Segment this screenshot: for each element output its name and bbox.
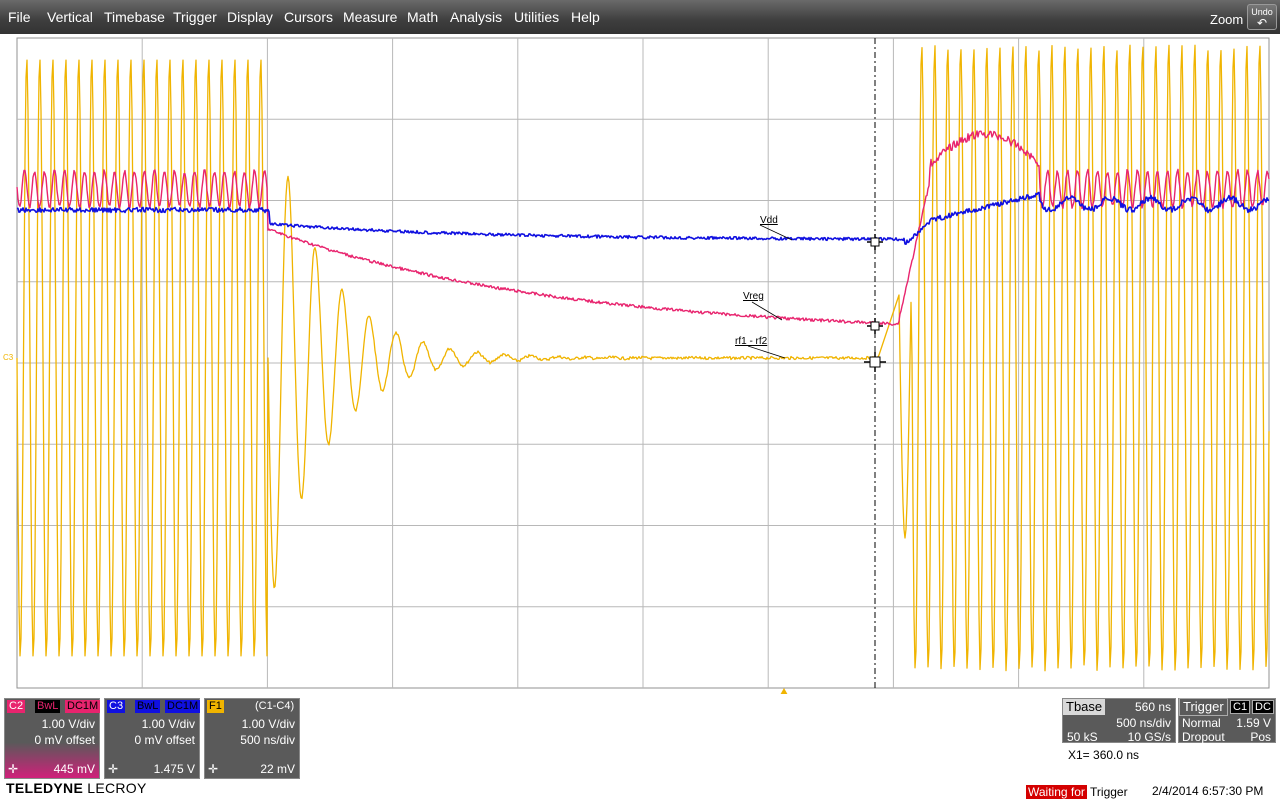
channel-descriptor-f1[interactable]: F1 (C1-C4) 1.00 V/div 500 ns/div ✛ 22 mV	[204, 698, 300, 779]
offset-value: 0 mV offset	[134, 733, 195, 747]
trigger-type: Dropout	[1182, 730, 1225, 744]
acquisition-status: Waiting for Trigger	[1026, 784, 1128, 800]
teledyne-lecroy-logo: TELEDYNE LECROY	[6, 780, 147, 796]
waiting-badge: Waiting for	[1026, 785, 1087, 799]
menu-analysis[interactable]: Analysis	[450, 9, 502, 25]
trigger-descriptor[interactable]: Trigger C1 DC Normal 1.59 V Dropout Pos	[1178, 698, 1276, 744]
trigger-mode: Normal	[1182, 716, 1221, 730]
channel-header: C3 BwL DC1M	[105, 699, 201, 715]
cursor-readout: X1= 360.0 ns	[1068, 748, 1140, 762]
channel-header: F1 (C1-C4)	[205, 699, 299, 715]
timebase-descriptor[interactable]: Tbase 560 ns 500 ns/div 50 kS 10 GS/s	[1062, 698, 1176, 744]
vreg-label: Vreg	[743, 291, 764, 302]
timebase-title: Tbase	[1063, 699, 1106, 715]
menu-timebase[interactable]: Timebase	[104, 9, 165, 25]
cursor-value: 1.475 V	[153, 762, 195, 776]
trigger-title: Trigger	[1179, 698, 1228, 716]
crosshair-icon: ✛	[108, 762, 119, 776]
vertical-scale: 1.00 V/div	[241, 717, 295, 731]
channel-id: C2	[7, 700, 26, 713]
vertical-scale: 1.00 V/div	[41, 717, 95, 731]
status-trigger: Trigger	[1086, 785, 1128, 799]
menu-bar: File Vertical Timebase Trigger Display C…	[0, 0, 1280, 34]
channel-id: F1	[207, 700, 224, 713]
coupling-badge: DC1M	[165, 700, 201, 713]
menu-display[interactable]: Display	[227, 9, 273, 25]
sample-count: 50 kS	[1067, 730, 1098, 744]
trigger-coupling: DC	[1252, 700, 1274, 714]
undo-button[interactable]: Undo ↶	[1247, 4, 1277, 30]
channel-descriptor-c2[interactable]: C2 BwL DC1M 1.00 V/div 0 mV offset ✛ 445…	[4, 698, 101, 779]
channel-descriptor-c3[interactable]: C3 BwL DC1M 1.00 V/div 0 mV offset ✛ 1.4…	[104, 698, 201, 779]
bwl-badge: BwL	[35, 700, 61, 713]
rf-label: rf1 - rf2	[735, 336, 768, 347]
bwl-badge: BwL	[135, 700, 161, 713]
trigger-source: C1	[1230, 700, 1251, 714]
menu-measure[interactable]: Measure	[343, 9, 397, 25]
math-source: (C1-C4)	[255, 700, 295, 712]
channel-footer: ✛ 22 mV	[205, 760, 299, 778]
undo-arrow-icon: ↶	[1256, 16, 1268, 30]
time-per-div: 500 ns/div	[1116, 716, 1171, 730]
zoom-button[interactable]: Zoom	[1210, 12, 1243, 27]
channel-id: C3	[107, 700, 126, 713]
menu-file[interactable]: File	[8, 9, 31, 25]
channel-footer: ✛ 445 mV	[5, 760, 99, 778]
logo-bold: TELEDYNE	[6, 780, 84, 796]
sample-rate: 10 GS/s	[1127, 730, 1171, 744]
offset-value: 500 ns/div	[240, 733, 295, 747]
vdd-label: Vdd	[760, 215, 778, 226]
bottom-panel: C2 BwL DC1M 1.00 V/div 0 mV offset ✛ 445…	[0, 694, 1280, 800]
date-time: 2/4/2014 6:57:30 PM	[1152, 784, 1264, 798]
coupling-badge: DC1M	[65, 700, 101, 713]
menu-utilities[interactable]: Utilities	[514, 9, 559, 25]
menu-vertical[interactable]: Vertical	[47, 9, 93, 25]
menu-trigger[interactable]: Trigger	[173, 9, 217, 25]
trigger-level: 1.59 V	[1236, 716, 1271, 730]
crosshair-icon: ✛	[208, 762, 219, 776]
channel-offset-marker: C3	[3, 353, 14, 362]
trigger-slope: Pos	[1250, 730, 1271, 744]
menu-math[interactable]: Math	[407, 9, 438, 25]
cursor-value: 445 mV	[53, 762, 95, 776]
channel-footer: ✛ 1.475 V	[105, 760, 199, 778]
offset-value: 0 mV offset	[34, 733, 95, 747]
menu-cursors[interactable]: Cursors	[284, 9, 333, 25]
waveform-grid[interactable]: Vdd Vreg rf1 - rf2 C3	[0, 34, 1280, 694]
cursor-value: 22 mV	[260, 762, 295, 776]
vertical-scale: 1.00 V/div	[141, 717, 195, 731]
logo-thin: LECROY	[83, 780, 147, 796]
crosshair-icon: ✛	[8, 762, 19, 776]
menu-help[interactable]: Help	[571, 9, 600, 25]
timebase-delay: 560 ns	[1134, 700, 1171, 714]
channel-header: C2 BwL DC1M	[5, 699, 101, 715]
